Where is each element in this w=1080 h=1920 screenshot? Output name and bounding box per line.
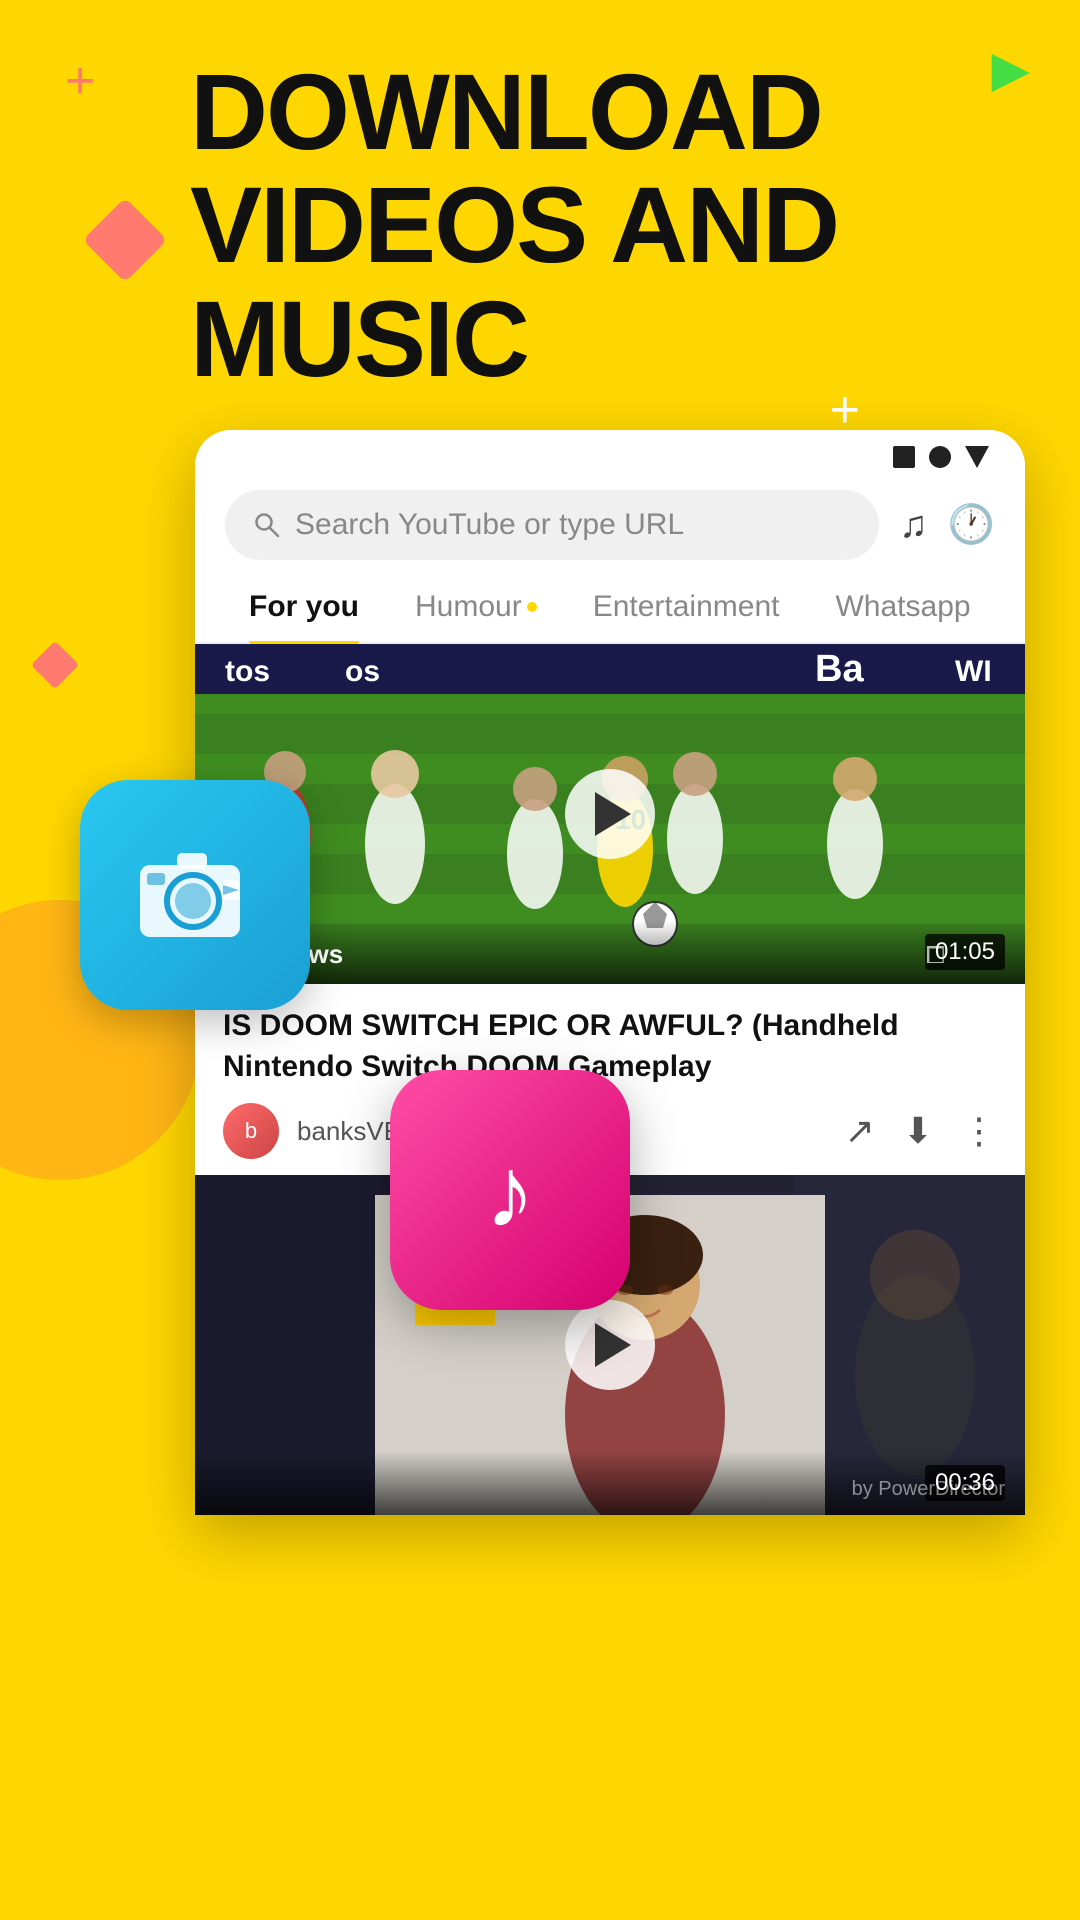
headline-line3: MUSIC bbox=[190, 282, 838, 395]
deco-diamond-left bbox=[80, 195, 170, 285]
search-icon bbox=[253, 511, 281, 539]
status-icon-triangle bbox=[965, 446, 989, 468]
svg-text:♪: ♪ bbox=[485, 1136, 535, 1248]
play-button-2[interactable] bbox=[565, 1300, 655, 1390]
status-bar bbox=[195, 430, 1025, 476]
share-icon[interactable]: ↗ bbox=[845, 1110, 875, 1152]
soccer-scene: 10 tos os Ba WI bbox=[195, 644, 1025, 984]
headline-line2: VIDEOS AND bbox=[190, 168, 838, 281]
history-icon[interactable]: 🕐 bbox=[948, 503, 995, 547]
svg-text:tos: tos bbox=[225, 655, 270, 688]
video1-title: IS DOOM SWITCH EPIC OR AWFUL? (Handheld … bbox=[223, 1006, 997, 1087]
camera-icon bbox=[135, 845, 255, 945]
camera-app-icon[interactable] bbox=[80, 780, 310, 1010]
tab-for-you[interactable]: For you bbox=[225, 574, 383, 642]
svg-text:Ba: Ba bbox=[815, 648, 864, 690]
play-button-1[interactable] bbox=[565, 769, 655, 859]
play-triangle bbox=[595, 792, 631, 836]
music-note-icon: ♪ bbox=[445, 1125, 575, 1255]
music-icon[interactable]: ♫ bbox=[899, 504, 928, 547]
deco-diamond-small bbox=[30, 640, 80, 690]
deco-triangle-tr: ▶ bbox=[992, 40, 1030, 98]
channel-actions: ↗ ⬇ ⋮ bbox=[845, 1110, 997, 1152]
more-options-icon[interactable]: ⋮ bbox=[961, 1110, 997, 1152]
video-meta-overlay: 23K Views 01:05 bbox=[195, 920, 1025, 984]
play-triangle-2 bbox=[595, 1323, 631, 1367]
phone-mockup: Search YouTube or type URL ♫ 🕐 For you H… bbox=[195, 430, 1025, 1515]
headline-line1: DOWNLOAD bbox=[190, 55, 838, 168]
music-app-icon[interactable]: ♪ bbox=[390, 1070, 630, 1310]
headline: DOWNLOAD VIDEOS AND MUSIC bbox=[190, 55, 838, 395]
watermark: by PowerDirector bbox=[852, 1478, 1005, 1501]
tabs-row: For you Humour Entertainment Whatsapp bbox=[195, 574, 1025, 644]
svg-text:WI: WI bbox=[955, 655, 992, 688]
channel-avatar-1: b bbox=[223, 1103, 279, 1159]
deco-plus-top: + bbox=[65, 55, 95, 107]
search-input-box[interactable]: Search YouTube or type URL bbox=[225, 490, 879, 560]
tab-entertainment[interactable]: Entertainment bbox=[569, 574, 804, 642]
tab-whatsapp[interactable]: Whatsapp bbox=[811, 574, 994, 642]
search-placeholder: Search YouTube or type URL bbox=[295, 508, 684, 542]
status-icon-circle bbox=[929, 446, 951, 468]
svg-text:os: os bbox=[345, 655, 380, 688]
search-bar-row: Search YouTube or type URL ♫ 🕐 bbox=[195, 476, 1025, 574]
status-icon-square bbox=[893, 446, 915, 468]
tab-humour-dot bbox=[527, 602, 537, 612]
tab-humour[interactable]: Humour bbox=[391, 574, 561, 642]
video-thumb-1[interactable]: 10 tos os Ba WI bbox=[195, 644, 1025, 984]
download-icon[interactable]: ⬇ bbox=[903, 1110, 933, 1152]
cc-icon: ⧠ bbox=[926, 942, 945, 970]
